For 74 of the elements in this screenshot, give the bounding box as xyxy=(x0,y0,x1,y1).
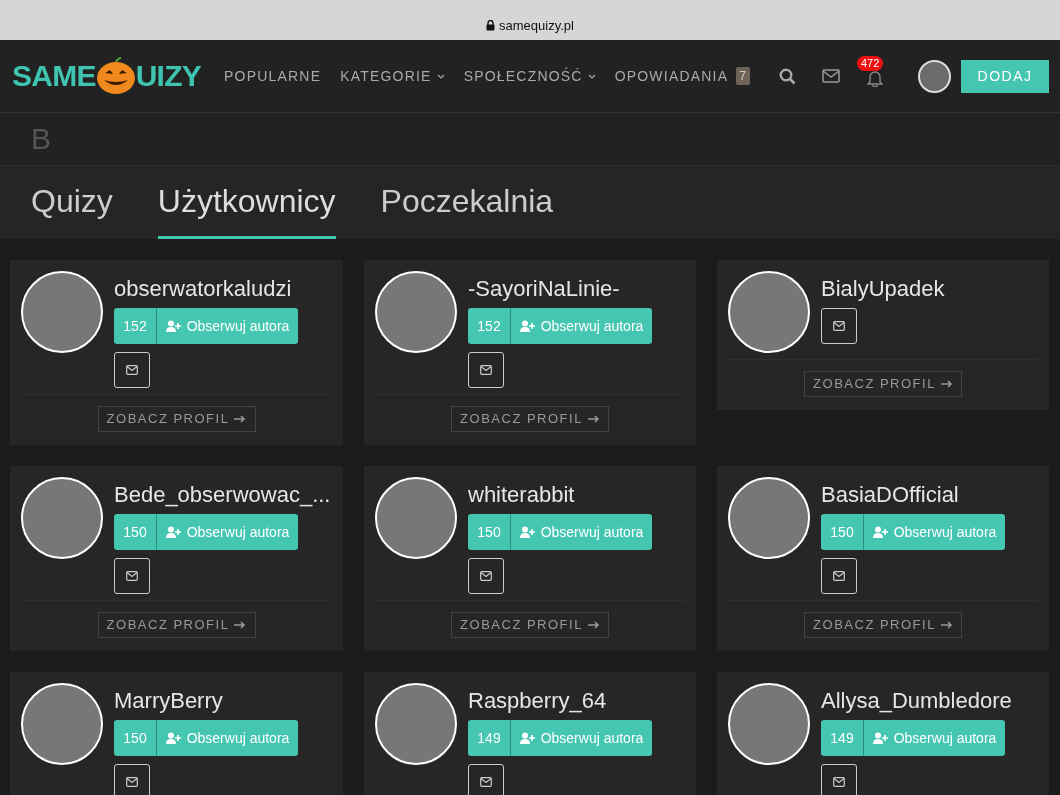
user-name: Bede_obserwowac_... xyxy=(114,484,331,506)
add-user-icon xyxy=(519,526,535,538)
envelope-icon xyxy=(480,777,492,787)
arrow-right-icon xyxy=(234,415,247,423)
arrow-right-icon xyxy=(940,621,953,629)
envelope-icon xyxy=(126,777,138,787)
arrow-right-icon xyxy=(587,415,600,423)
envelope-icon xyxy=(480,365,492,375)
bell-icon[interactable] xyxy=(867,69,883,87)
site-logo[interactable]: SAME UIZY xyxy=(12,56,202,96)
tab[interactable]: Poczekalnia xyxy=(380,183,554,239)
add-user-icon xyxy=(165,526,181,538)
view-profile-button[interactable]: ZOBACZ PROFIL xyxy=(804,612,962,638)
message-button[interactable] xyxy=(114,764,150,795)
arrow-right-icon xyxy=(940,380,953,388)
user-name: BialyUpadek xyxy=(821,278,945,300)
nav-link[interactable]: SPOŁECZNOŚĆ xyxy=(463,65,596,87)
user-avatar[interactable] xyxy=(918,59,951,93)
caret-icon xyxy=(436,73,445,79)
message-button[interactable] xyxy=(114,558,150,594)
envelope-icon xyxy=(833,321,845,331)
envelope-icon xyxy=(833,571,845,581)
user-name: -SayoriNaLinie- xyxy=(468,278,621,300)
follower-count: 150 xyxy=(821,514,864,550)
user-name: obserwatorkaludzi xyxy=(114,278,293,300)
envelope-icon xyxy=(126,365,138,375)
view-profile-button[interactable]: ZOBACZ PROFIL xyxy=(97,612,256,638)
message-button[interactable] xyxy=(468,558,504,594)
view-profile-button[interactable]: ZOBACZ PROFIL xyxy=(451,406,609,432)
user-name: Allysa_Dumbledore xyxy=(821,690,1012,712)
caret-icon xyxy=(587,73,596,79)
address-text: samequizy.pl xyxy=(499,16,574,35)
add-user-icon xyxy=(872,732,888,744)
follower-count: 150 xyxy=(114,514,157,550)
tab[interactable]: Quizy xyxy=(31,183,113,239)
tab[interactable]: Użytkownicy xyxy=(157,183,336,239)
add-user-icon xyxy=(519,732,535,744)
count-badge: 7 xyxy=(736,67,751,85)
user-name: BasiaDOfficial xyxy=(821,484,960,506)
add-user-icon xyxy=(165,732,181,744)
message-button[interactable] xyxy=(468,352,504,388)
view-profile-button[interactable]: ZOBACZ PROFIL xyxy=(97,406,256,432)
view-profile-button[interactable]: ZOBACZ PROFIL xyxy=(451,612,609,638)
notification-badge: 472 xyxy=(857,56,884,71)
envelope-icon xyxy=(833,777,845,787)
envelope-icon xyxy=(126,571,138,581)
add-user-icon xyxy=(519,320,535,332)
add-user-icon xyxy=(872,526,888,538)
add-user-icon xyxy=(165,320,181,332)
mail-icon[interactable] xyxy=(822,69,840,83)
follower-count: 150 xyxy=(468,514,511,550)
follower-count: 150 xyxy=(114,720,157,756)
nav-link[interactable]: POPULARNE xyxy=(224,65,322,87)
lock-icon xyxy=(486,19,496,31)
follower-count: 149 xyxy=(468,720,511,756)
view-profile-button[interactable]: ZOBACZ PROFIL xyxy=(804,371,962,397)
nav-link[interactable]: KATEGORIE xyxy=(340,65,445,87)
user-name: whiterabbit xyxy=(468,484,576,506)
follower-count: 152 xyxy=(468,308,511,344)
arrow-right-icon xyxy=(587,621,600,629)
search-icon[interactable] xyxy=(779,67,796,85)
user-name: MarryBerry xyxy=(114,690,224,712)
message-button[interactable] xyxy=(821,308,857,344)
message-button[interactable] xyxy=(468,764,504,795)
user-name: Raspberry_64 xyxy=(468,690,608,712)
message-button[interactable] xyxy=(114,352,150,388)
follower-count: 149 xyxy=(821,720,864,756)
pumpkin-icon xyxy=(95,56,136,96)
follower-count: 152 xyxy=(114,308,157,344)
envelope-icon xyxy=(480,571,492,581)
message-button[interactable] xyxy=(821,558,857,594)
nav-link[interactable]: OPOWIADANIA 7 xyxy=(614,65,751,87)
arrow-right-icon xyxy=(234,621,247,629)
message-button[interactable] xyxy=(821,764,857,795)
